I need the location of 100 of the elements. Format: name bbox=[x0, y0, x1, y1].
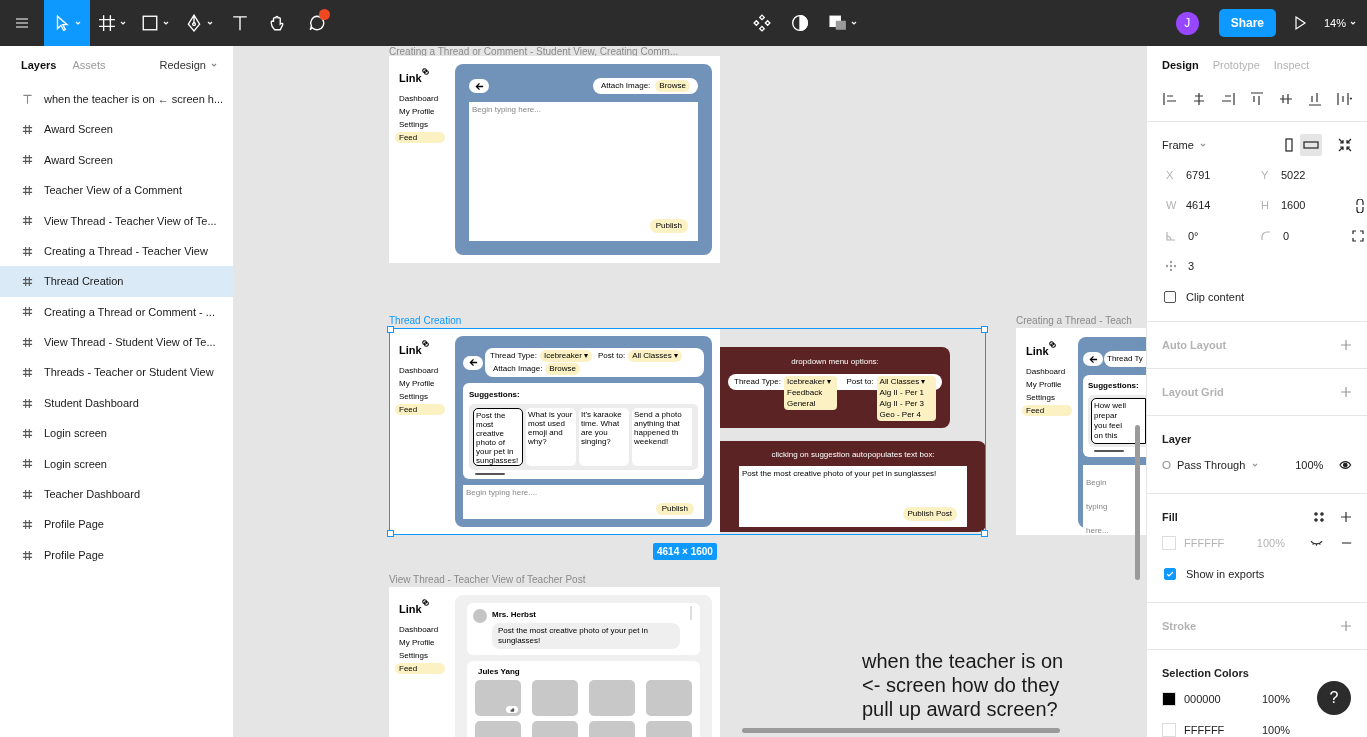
number-field[interactable]: W 4614 bbox=[1162, 190, 1257, 221]
blend-mode-menu[interactable]: Pass Through bbox=[1162, 457, 1273, 474]
suggestion-card[interactable]: It's karaoke time. What are you singing? bbox=[579, 408, 629, 466]
panel-tab[interactable]: Layers bbox=[21, 56, 57, 74]
section-title: Layer bbox=[1162, 431, 1192, 447]
dropdown-option: Alg II - Per 1 bbox=[879, 388, 933, 398]
nav-item[interactable]: Settings bbox=[395, 649, 445, 661]
field-label: X bbox=[1166, 167, 1174, 183]
suggestion-card[interactable]: Send a photo anything that happened th weekend! bbox=[632, 408, 692, 466]
checkbox-label: Show in exports bbox=[1186, 567, 1265, 583]
annotation-text: when the teacher is on <- screen how do they pull up award screen? bbox=[862, 649, 1064, 721]
nav-item[interactable]: My Profile bbox=[395, 636, 445, 648]
number-field[interactable]: 0 bbox=[1257, 220, 1352, 252]
hex-value[interactable]: FFFFFF bbox=[1184, 722, 1254, 737]
nav-item[interactable]: Feed bbox=[1022, 404, 1072, 416]
placeholder-text: Begin typing here... bbox=[1086, 478, 1109, 535]
field-label: Thread Type: bbox=[490, 351, 537, 361]
dropdown-option: All Classes ▾ bbox=[879, 377, 933, 387]
layer-row[interactable]: Teacher View of a Comment bbox=[0, 175, 233, 206]
layer-row[interactable]: Profile Page bbox=[0, 539, 233, 571]
author-name: Mrs. Herbst bbox=[492, 609, 536, 621]
layer-row[interactable]: when the teacher is on ← screen h... bbox=[0, 84, 233, 115]
nav-item[interactable]: My Profile bbox=[395, 105, 445, 117]
number-field[interactable]: 3 bbox=[1162, 251, 1257, 282]
section-title: Auto Layout bbox=[1162, 337, 1227, 353]
author-name: Jules Yang bbox=[478, 666, 520, 678]
browse-button[interactable]: Browse bbox=[545, 363, 581, 375]
nav-item[interactable]: My Profile bbox=[1022, 378, 1072, 390]
field-label: Thread Ty bbox=[1107, 354, 1143, 364]
text-area[interactable]: Post the most creative photo of your pet in sunglasses! Publish Post bbox=[739, 466, 967, 527]
text-area[interactable]: Begin typing here.... Publish bbox=[463, 485, 704, 519]
suggestion-card[interactable]: What is your most used emoji and why? bbox=[526, 408, 576, 466]
dropdown-option: Icebreaker ▾ bbox=[787, 377, 835, 387]
publish-button[interactable]: Publish bbox=[655, 503, 694, 515]
nav-item[interactable]: Dashboard bbox=[395, 92, 445, 104]
section-title: Fill bbox=[1162, 509, 1178, 525]
section-title: Layout Grid bbox=[1162, 384, 1224, 400]
layer-row[interactable]: View Thread - Teacher View of Te... bbox=[0, 205, 233, 236]
text-area[interactable]: Begin typing here... bbox=[1083, 465, 1146, 535]
layer-row[interactable]: Creating a Thread or Comment - ... bbox=[0, 296, 233, 328]
layer-row[interactable]: Login screen bbox=[0, 418, 233, 449]
logo-text: Link bbox=[1026, 344, 1049, 359]
dropdown-option: Geo - Per 4 bbox=[879, 410, 933, 420]
layer-row[interactable]: Threads - Teacher or Student View bbox=[0, 357, 233, 388]
suggestion-card[interactable]: Post the most creative photo of your pet in sunglasses! bbox=[473, 408, 523, 466]
nav-item[interactable]: Settings bbox=[395, 118, 445, 130]
nav-item[interactable]: Dashboard bbox=[395, 623, 445, 635]
field-label: Post to: bbox=[846, 377, 874, 387]
placeholder-text: Begin typing here... bbox=[472, 105, 542, 115]
publish-button[interactable]: Publish bbox=[649, 219, 688, 233]
nav-item[interactable]: Settings bbox=[1022, 391, 1072, 403]
dropdown-option: General bbox=[787, 399, 835, 409]
opacity-value[interactable]: 100% bbox=[1262, 722, 1302, 737]
frame-type-menu[interactable]: Frame bbox=[1162, 136, 1207, 154]
page-selector[interactable]: Redesign bbox=[159, 56, 218, 74]
number-field[interactable]: Y 5022 bbox=[1257, 160, 1352, 191]
post-bubble: Post the most creative photo of your pet in sunglasses! bbox=[492, 623, 680, 649]
number-field[interactable]: H 1600 bbox=[1257, 190, 1352, 221]
field-label: Thread Type: bbox=[734, 377, 781, 387]
nav-item[interactable]: My Profile bbox=[395, 377, 445, 389]
layer-row[interactable]: Thread Creation bbox=[0, 266, 233, 297]
nav-item[interactable]: Feed bbox=[395, 403, 445, 415]
publish-button[interactable]: Publish Post bbox=[902, 507, 957, 521]
field-label: Y bbox=[1261, 167, 1269, 183]
layer-row[interactable]: Login screen bbox=[0, 448, 233, 480]
nav-item[interactable]: Feed bbox=[395, 662, 445, 674]
number-field[interactable]: X 6791 bbox=[1162, 160, 1257, 191]
browse-button[interactable]: Browse bbox=[655, 80, 690, 92]
section-heading: Suggestions: bbox=[1088, 380, 1140, 392]
layer-row[interactable]: Award Screen bbox=[0, 114, 233, 145]
placeholder-text: Begin typing here.... bbox=[466, 488, 539, 498]
nav-item[interactable]: Settings bbox=[395, 390, 445, 402]
panel-tab[interactable]: Design bbox=[1162, 56, 1199, 74]
layer-row[interactable]: Student Dashboard bbox=[0, 387, 233, 419]
dropdown-option: Alg II - Per 3 bbox=[879, 399, 933, 409]
checkbox-label: Clip content bbox=[1186, 289, 1245, 305]
opacity-value[interactable]: 100% bbox=[1280, 457, 1324, 474]
dropdown-button[interactable]: Icebreaker ▾ bbox=[540, 350, 593, 362]
layer-row[interactable]: Teacher Dashboard bbox=[0, 479, 233, 510]
layer-row[interactable]: View Thread - Student View of Te... bbox=[0, 327, 233, 358]
layer-row[interactable]: Award Screen bbox=[0, 144, 233, 176]
opacity-value[interactable]: 100% bbox=[1262, 691, 1302, 708]
user-avatar[interactable]: J bbox=[1175, 11, 1199, 35]
logo-text: Link bbox=[399, 343, 422, 358]
zoom-menu[interactable]: 14% bbox=[1324, 14, 1357, 32]
layer-row[interactable]: Creating a Thread - Teacher View bbox=[0, 235, 233, 267]
layer-row[interactable]: Profile Page bbox=[0, 509, 233, 540]
suggestion-card[interactable]: How well prepar you feel on this bbox=[1091, 398, 1146, 444]
note-title: dropdown menu options: bbox=[791, 356, 879, 368]
nav-item[interactable]: Feed bbox=[395, 131, 445, 143]
number-field[interactable]: 0° bbox=[1162, 220, 1257, 252]
nav-item[interactable]: Dashboard bbox=[1022, 365, 1072, 377]
field-label: H bbox=[1261, 198, 1269, 214]
field-label: Post to: bbox=[598, 351, 626, 361]
nav-item[interactable]: Dashboard bbox=[395, 364, 445, 376]
hex-value[interactable]: 000000 bbox=[1184, 691, 1254, 708]
dropdown-button[interactable]: All Classes ▾ bbox=[628, 350, 682, 362]
dimension-badge: 4614 × 1600 bbox=[653, 543, 717, 560]
text-area[interactable]: Begin typing here... Publish bbox=[469, 102, 698, 241]
logo-text: Link bbox=[399, 602, 422, 617]
